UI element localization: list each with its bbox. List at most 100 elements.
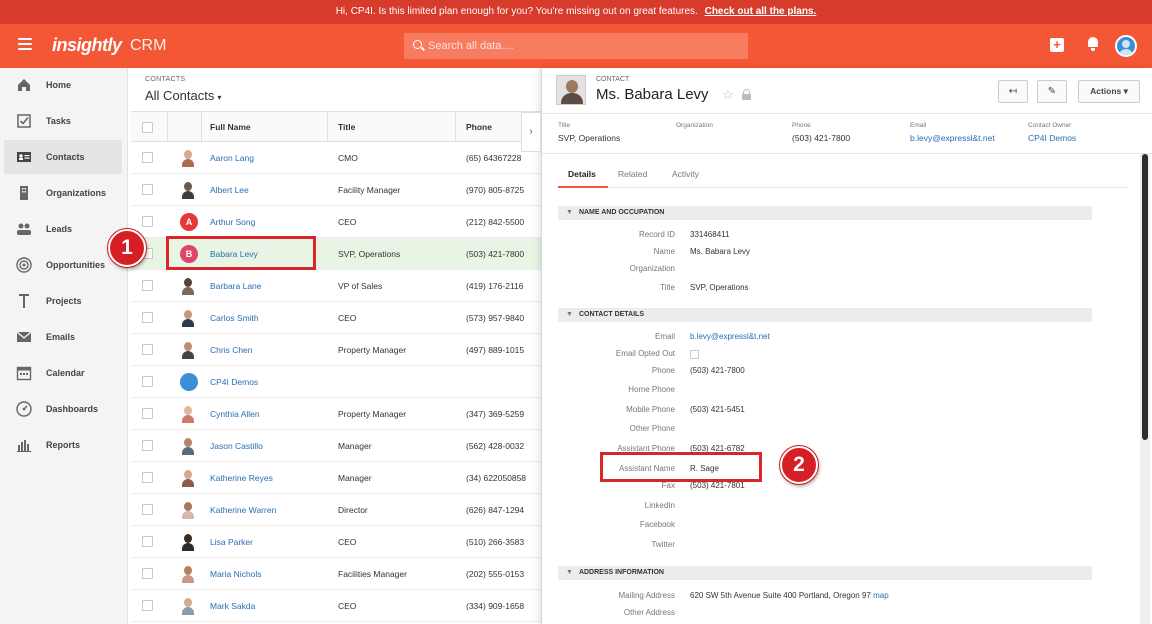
table-row[interactable]: Albert Lee Facility Manager (970) 805-87…: [131, 174, 541, 206]
row-checkbox[interactable]: [142, 152, 153, 163]
back-button[interactable]: ↤: [998, 80, 1028, 103]
contact-name-link[interactable]: Maria Nichols: [210, 569, 262, 579]
tab-related[interactable]: Related: [618, 169, 647, 179]
row-checkbox[interactable]: [142, 440, 153, 451]
table-row[interactable]: Chris Chen Property Manager (497) 889-10…: [131, 334, 541, 366]
actions-dropdown[interactable]: Actions ▾: [1078, 80, 1140, 103]
summary-email-link[interactable]: b.levy@expressl&t.net: [910, 133, 995, 143]
row-checkbox[interactable]: [142, 408, 153, 419]
contact-name-link[interactable]: Katherine Reyes: [210, 473, 273, 483]
section-contact-details[interactable]: ▼ CONTACT DETAILS: [558, 308, 1092, 322]
sidebar-item-dashboards[interactable]: Dashboards: [4, 392, 122, 426]
sidebar-item-label: Contacts: [46, 152, 85, 162]
sidebar-item-calendar[interactable]: Calendar: [4, 356, 122, 390]
contact-name-link[interactable]: Albert Lee: [210, 185, 249, 195]
table-row[interactable]: Aaron Lang CMO (65) 64367228: [131, 142, 541, 174]
table-row[interactable]: Barbara Lane VP of Sales (419) 176-2116: [131, 270, 541, 302]
sidebar-item-home[interactable]: Home: [4, 68, 122, 102]
sidebar-item-label: Dashboards: [46, 404, 99, 414]
edit-button[interactable]: ✎: [1037, 80, 1067, 103]
contact-name-link[interactable]: Cynthia Allen: [210, 409, 260, 419]
sidebar-item-leads[interactable]: Leads: [4, 212, 122, 246]
row-checkbox[interactable]: [142, 312, 153, 323]
chevron-down-icon: ▼: [566, 209, 573, 216]
row-checkbox[interactable]: [142, 536, 153, 547]
sidebar-item-opportunities[interactable]: Opportunities: [4, 248, 122, 282]
avatar: [180, 149, 196, 167]
email-opted-out-checkbox[interactable]: [690, 350, 699, 359]
tab-activity[interactable]: Activity: [672, 169, 699, 179]
section-address-information[interactable]: ▼ ADDRESS INFORMATION: [558, 566, 1092, 580]
summary-label: Email: [910, 122, 927, 129]
sidebar-item-projects[interactable]: Projects: [4, 284, 122, 318]
user-avatar[interactable]: [1115, 35, 1137, 57]
select-all-checkbox[interactable]: [142, 122, 153, 133]
sidebar-item-tasks[interactable]: Tasks: [4, 104, 122, 138]
sidebar-item-reports[interactable]: Reports: [4, 428, 122, 462]
row-checkbox[interactable]: [142, 376, 153, 387]
contact-name-link[interactable]: Mark Sakda: [210, 601, 255, 611]
row-checkbox[interactable]: [142, 600, 153, 611]
contact-phone: (347) 369-5259: [466, 409, 525, 419]
row-checkbox[interactable]: [142, 344, 153, 355]
field-label: Email Opted Out: [615, 349, 675, 358]
sidebar-item-emails[interactable]: Emails: [4, 320, 122, 354]
banner-plans-link[interactable]: Check out all the plans.: [705, 6, 817, 17]
global-search[interactable]: [404, 33, 748, 59]
contact-phone: (562) 428-0032: [466, 441, 525, 451]
add-new-icon[interactable]: +: [1050, 38, 1064, 52]
contact-name-link[interactable]: Aaron Lang: [210, 153, 254, 163]
table-row[interactable]: Jason Castillo Manager (562) 428-0032: [131, 430, 541, 462]
contact-name-link[interactable]: Barbara Lane: [210, 281, 262, 291]
column-header-phone[interactable]: Phone: [466, 122, 492, 132]
sidebar-item-label: Calendar: [46, 368, 85, 378]
table-row[interactable]: Maria Nichols Facilities Manager (202) 5…: [131, 558, 541, 590]
mailing-address-text: 620 SW 5th Avenue Suite 400 Portland, Or…: [690, 591, 871, 600]
notifications-icon[interactable]: [1086, 36, 1100, 52]
row-checkbox[interactable]: [142, 472, 153, 483]
contact-name-link[interactable]: Carlos Smith: [210, 313, 259, 323]
table-row[interactable]: Lisa Parker CEO (510) 266-3583: [131, 526, 541, 558]
section-title: CONTACT DETAILS: [578, 311, 645, 318]
table-row[interactable]: Katherine Warren Director (626) 847-1294: [131, 494, 541, 526]
detail-scrollbar[interactable]: [1140, 154, 1150, 624]
field-value: 331468411: [690, 230, 730, 239]
view-selector[interactable]: All Contacts ▾: [145, 88, 221, 103]
table-row[interactable]: Cynthia Allen Property Manager (347) 369…: [131, 398, 541, 430]
row-checkbox[interactable]: [142, 504, 153, 515]
search-input[interactable]: [428, 37, 728, 55]
email-link[interactable]: b.levy@expressl&t.net: [690, 332, 770, 341]
tab-details[interactable]: Details: [568, 169, 596, 179]
contact-name-heading: Ms. Babara Levy: [596, 86, 709, 103]
contacts-icon: [17, 152, 31, 162]
table-row[interactable]: A Arthur Song CEO (212) 842-5500: [131, 206, 541, 238]
table-row[interactable]: Mark Sakda CEO (334) 909-1658: [131, 590, 541, 622]
contact-name-link[interactable]: Arthur Song: [210, 217, 255, 227]
summary-label: Phone: [792, 122, 811, 129]
sidebar-item-contacts[interactable]: Contacts: [4, 140, 122, 174]
table-row[interactable]: Katherine Reyes Manager (34) 622050858: [131, 462, 541, 494]
collapse-panel-button[interactable]: ›: [521, 112, 541, 152]
contact-name-link[interactable]: Jason Castillo: [210, 441, 263, 451]
section-name-occupation[interactable]: ▼ NAME AND OCCUPATION: [558, 206, 1092, 220]
row-checkbox[interactable]: [142, 280, 153, 291]
contact-name-link[interactable]: Lisa Parker: [210, 537, 253, 547]
column-header-title[interactable]: Title: [338, 122, 355, 132]
sidebar-item-organizations[interactable]: Organizations: [4, 176, 122, 210]
column-header-full-name[interactable]: Full Name: [210, 122, 251, 132]
contact-name-link[interactable]: Chris Chen: [210, 345, 253, 355]
row-checkbox[interactable]: [142, 216, 153, 227]
table-row[interactable]: Carlos Smith CEO (573) 957-9840: [131, 302, 541, 334]
menu-icon[interactable]: [18, 38, 32, 50]
contact-name-link[interactable]: Katherine Warren: [210, 505, 276, 515]
contact-name-link[interactable]: CP4I Demos: [210, 377, 258, 387]
row-checkbox[interactable]: [142, 568, 153, 579]
star-icon[interactable]: ☆: [722, 87, 734, 103]
field-label: Mailing Address: [618, 591, 675, 600]
app-logo[interactable]: insightly: [52, 35, 122, 56]
table-row[interactable]: CP4I Demos: [131, 366, 541, 398]
scrollbar-thumb[interactable]: [1142, 154, 1148, 440]
map-link[interactable]: map: [873, 591, 889, 600]
summary-owner-link[interactable]: CP4I Demos: [1028, 133, 1076, 143]
row-checkbox[interactable]: [142, 184, 153, 195]
